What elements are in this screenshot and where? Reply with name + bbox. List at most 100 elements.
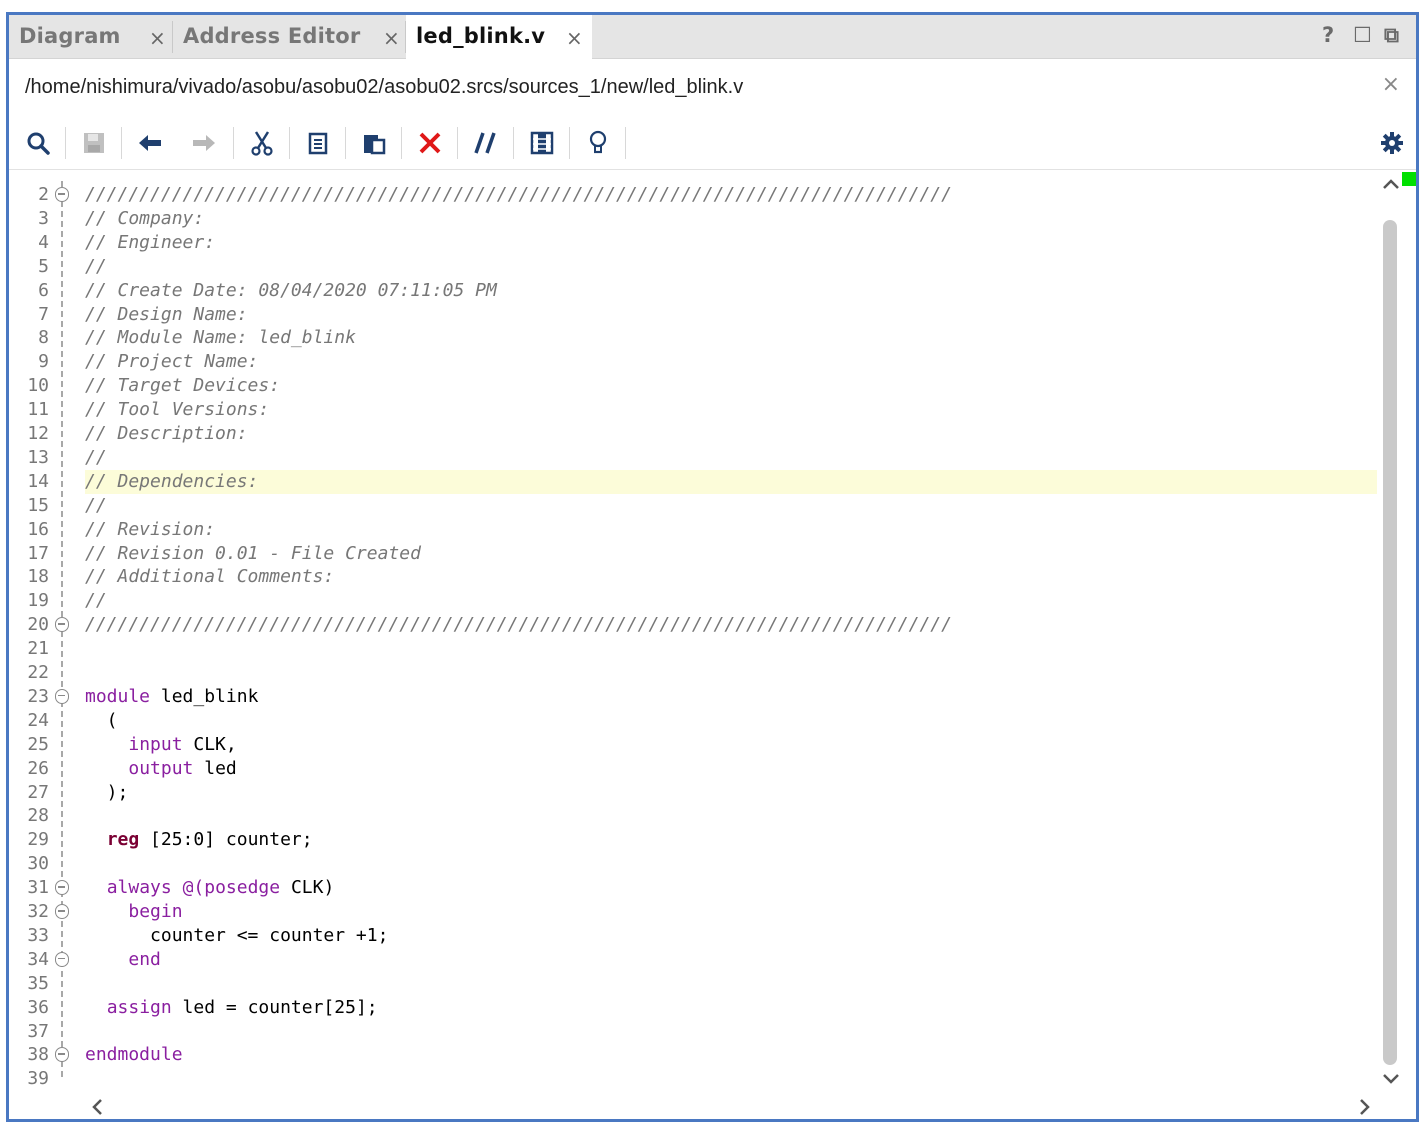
line-number: 33 [27, 924, 49, 946]
code-line[interactable]: assign led = counter[25]; [85, 996, 378, 1020]
code-line[interactable]: counter <= counter +1; [85, 924, 388, 948]
code-token: module [85, 685, 151, 707]
tab-address-editor[interactable]: Address Editor × [173, 15, 405, 59]
code-line[interactable]: // Revision: [85, 518, 215, 542]
tab-led-blink-close-icon[interactable]: × [566, 26, 583, 50]
redo-icon[interactable] [187, 126, 221, 160]
line-number: 2 [38, 184, 49, 205]
tab-diagram-label: Diagram [19, 24, 121, 48]
code-token: // [85, 255, 107, 277]
line-number: 14 [27, 470, 49, 492]
line-number: 23 [27, 685, 49, 707]
scroll-left-icon[interactable] [91, 1098, 103, 1116]
code-token: ( [85, 709, 118, 731]
line-number: 22 [27, 662, 49, 683]
copy-icon[interactable] [301, 126, 335, 160]
paste-icon[interactable] [357, 126, 391, 160]
gear-icon[interactable] [1375, 126, 1409, 160]
help-icon[interactable]: ? [1322, 23, 1334, 47]
comment-icon[interactable] [469, 126, 503, 160]
restore-icon[interactable]: ☐ [1353, 23, 1372, 47]
fold-toggle-icon[interactable] [55, 951, 69, 967]
line-number: 20 [27, 614, 49, 636]
code-line[interactable]: // Design Name: [85, 303, 248, 327]
code-line[interactable]: // Engineer: [85, 231, 215, 255]
code-line[interactable]: // Create Date: 08/04/2020 07:11:05 PM [85, 279, 497, 303]
code-line[interactable]: ( [85, 709, 118, 733]
tab-led-blink[interactable]: led_blink.v × [406, 15, 592, 60]
code-token: // Revision 0.01 - File Created [85, 542, 421, 564]
code-token: CLK) [280, 877, 335, 899]
fold-toggle-icon[interactable] [55, 1047, 69, 1063]
code-line[interactable]: ////////////////////////////////////////… [85, 613, 952, 637]
line-number: 30 [27, 853, 49, 875]
code-token: reg [106, 829, 140, 851]
code-token: // [85, 446, 107, 468]
fold-toggle-icon[interactable] [55, 904, 69, 919]
code-line[interactable]: // [85, 589, 107, 613]
lightbulb-icon[interactable] [581, 126, 615, 160]
code-line[interactable]: // Project Name: [85, 350, 258, 374]
fold-toggle-icon[interactable] [55, 617, 69, 633]
code-line[interactable]: always @(posedge CLK) [85, 876, 335, 900]
code-line[interactable]: reg [25:0] counter; [85, 828, 313, 852]
line-number: 12 [27, 423, 49, 444]
code-line[interactable]: output led [85, 757, 236, 781]
undo-icon[interactable] [133, 126, 167, 160]
line-number: 6 [38, 279, 49, 301]
float-icon[interactable]: ⧉ [1384, 23, 1399, 48]
toolbar-separator [569, 127, 570, 159]
line-number: 35 [27, 972, 49, 994]
path-close-icon[interactable]: × [1382, 72, 1400, 97]
horizontal-scrollbar[interactable] [85, 1092, 1379, 1119]
search-icon[interactable] [21, 126, 55, 160]
code-line[interactable]: // Company: [85, 207, 204, 231]
save-icon[interactable] [77, 126, 111, 160]
code-editor[interactable]: 2 3 4 5 6 7 8 9 10 11 12 13 14 15 16 17 18 19 20 21 22 23 24 25… [9, 171, 1379, 1089]
toolbar-separator [233, 127, 234, 159]
tab-diagram-close-icon[interactable]: × [149, 26, 166, 50]
line-number: 34 [27, 948, 49, 970]
scroll-up-icon[interactable] [1382, 178, 1400, 190]
fold-toggle-icon[interactable] [55, 187, 69, 202]
code-line[interactable]: // Tool Versions: [85, 398, 269, 422]
code-line[interactable]: ); [85, 781, 129, 805]
code-line[interactable]: // Revision 0.01 - File Created [85, 542, 421, 566]
code-line[interactable]: // [85, 446, 107, 470]
line-number: 39 [27, 1068, 49, 1090]
code-line[interactable]: // Dependencies: [85, 470, 258, 494]
cut-icon[interactable] [245, 126, 279, 160]
delete-icon[interactable] [413, 126, 447, 160]
fold-toggle-icon[interactable] [55, 688, 69, 704]
file-path-bar: /home/nishimura/vivado/asobu/asobu02/aso… [9, 60, 1416, 116]
code-line[interactable]: module led_blink [85, 685, 258, 709]
code-line[interactable]: endmodule [85, 1043, 183, 1067]
code-line[interactable]: // Module Name: led_blink [85, 326, 356, 350]
code-line[interactable]: begin [85, 900, 182, 924]
tab-diagram[interactable]: Diagram × [9, 15, 173, 59]
scroll-down-icon[interactable] [1382, 1073, 1400, 1085]
line-number: 37 [27, 1020, 49, 1042]
vertical-scroll-thumb[interactable] [1383, 220, 1397, 1065]
code-line[interactable]: ////////////////////////////////////////… [85, 183, 952, 207]
code-token: // Create Date: 08/04/2020 07:11:05 PM [85, 279, 497, 301]
code-token: // Module Name: led_blink [85, 327, 356, 349]
code-line[interactable]: // Target Devices: [85, 374, 280, 398]
line-number: 16 [27, 518, 49, 540]
code-token: ); [85, 781, 129, 803]
scroll-right-icon[interactable] [1359, 1098, 1371, 1116]
code-line[interactable]: end [85, 948, 161, 972]
code-line[interactable]: // Description: [85, 422, 248, 446]
tab-address-editor-close-icon[interactable]: × [383, 26, 400, 50]
code-line[interactable]: // [85, 255, 107, 279]
code-line[interactable]: // [85, 494, 107, 518]
fold-toggle-icon[interactable] [55, 880, 69, 896]
toolbar-separator [401, 127, 402, 159]
code-line[interactable]: input CLK, [85, 733, 236, 757]
block-icon[interactable] [525, 126, 559, 160]
code-line[interactable]: // Additional Comments: [85, 565, 334, 589]
